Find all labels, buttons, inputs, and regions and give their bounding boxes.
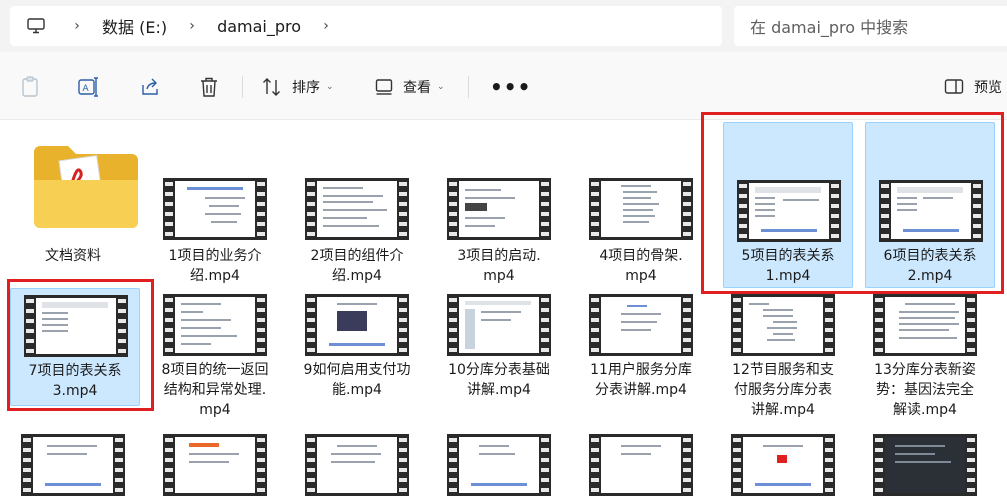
breadcrumb-drive[interactable]: 数据 (E:): [92, 14, 177, 38]
folder-icon: [34, 146, 138, 228]
delete-button[interactable]: [199, 72, 219, 102]
video-thumbnail: [589, 434, 693, 496]
file-name: 13分库分表新姿 势：基因法完全 解读.mp4: [874, 362, 976, 418]
file-name: 9如何启用支付功 能.mp4: [303, 362, 411, 398]
clipboard-icon: [22, 76, 38, 97]
video-thumbnail: [163, 178, 267, 240]
more-icon: •••: [490, 75, 532, 99]
video-file-item[interactable]: [860, 428, 990, 497]
video-file-item[interactable]: [434, 428, 564, 497]
more-options-button[interactable]: •••: [490, 72, 531, 102]
video-thumbnail: [873, 294, 977, 356]
video-thumbnail: [589, 294, 693, 356]
video-file-item[interactable]: 11用户服务分库 分表讲解.mp4: [576, 288, 706, 406]
video-thumbnail: [873, 434, 977, 496]
video-thumbnail: [21, 434, 125, 496]
command-bar: A 排序 ⌄ 查看 ⌄ ••• 预览: [0, 52, 1007, 120]
folder-name: 文档资料: [45, 248, 101, 264]
paste-button[interactable]: [20, 72, 40, 102]
video-file-item[interactable]: 8项目的统一返回 结构和异常处理. mp4: [150, 288, 280, 424]
rename-button[interactable]: A: [78, 72, 100, 102]
sort-button[interactable]: 排序 ⌄: [262, 72, 334, 102]
sort-label: 排序: [292, 80, 320, 96]
toolbar-separator: [242, 76, 243, 98]
chevron-right-icon[interactable]: ›: [62, 18, 92, 34]
video-file-item[interactable]: [150, 428, 280, 497]
address-bar-row: › 数据 (E:) › damai_pro › 在 damai_pro 中搜索: [0, 0, 1007, 52]
video-thumbnail: [163, 434, 267, 496]
this-pc-icon[interactable]: [10, 18, 62, 34]
video-file-item[interactable]: [718, 428, 848, 497]
video-file-item[interactable]: 9如何启用支付功 能.mp4: [292, 288, 422, 406]
toolbar-separator: [468, 76, 469, 98]
file-name: 8项目的统一返回 结构和异常处理. mp4: [161, 362, 269, 418]
video-file-item[interactable]: 3项目的启动. mp4: [434, 122, 564, 290]
video-thumbnail: [305, 434, 409, 496]
video-thumbnail: [731, 434, 835, 496]
svg-text:A: A: [83, 84, 90, 94]
file-name: 10分库分表基础 讲解.mp4: [448, 362, 550, 398]
video-file-item[interactable]: 12节目服务和支 付服务分库分表 讲解.mp4: [718, 288, 848, 424]
video-thumbnail: [589, 178, 693, 240]
video-thumbnail: [447, 434, 551, 496]
view-button[interactable]: 查看 ⌄: [375, 72, 445, 102]
preview-pane-icon: [944, 79, 964, 94]
address-bar[interactable]: › 数据 (E:) › damai_pro ›: [10, 6, 722, 46]
video-thumbnail: [305, 294, 409, 356]
folder-item[interactable]: 文档资料: [8, 122, 138, 290]
rename-icon: A: [78, 77, 98, 97]
view-label: 查看: [403, 80, 431, 96]
video-file-item[interactable]: [576, 428, 706, 497]
video-thumbnail: [305, 178, 409, 240]
trash-icon: [201, 77, 217, 97]
video-file-item[interactable]: [292, 428, 422, 497]
video-thumbnail: [447, 178, 551, 240]
view-icon: [375, 79, 393, 95]
chevron-down-icon: ⌄: [326, 82, 334, 92]
preview-label: 预览: [974, 80, 1002, 96]
search-placeholder: 在 damai_pro 中搜索: [750, 18, 909, 37]
preview-pane-button[interactable]: 预览: [944, 72, 1002, 102]
share-icon: [142, 78, 158, 95]
video-file-item[interactable]: 1项目的业务介 绍.mp4: [150, 122, 280, 290]
file-name: 4项目的骨架. mp4: [599, 248, 683, 284]
chevron-right-icon[interactable]: ›: [311, 18, 341, 34]
video-file-item[interactable]: 4项目的骨架. mp4: [576, 122, 706, 290]
file-name: 11用户服务分库 分表讲解.mp4: [590, 362, 692, 398]
file-name: 2项目的组件介 绍.mp4: [310, 248, 404, 284]
file-name: 3项目的启动. mp4: [457, 248, 541, 284]
file-name: 1项目的业务介 绍.mp4: [168, 248, 262, 284]
video-file-item[interactable]: [8, 428, 138, 497]
video-file-item[interactable]: 2项目的组件介 绍.mp4: [292, 122, 422, 290]
breadcrumb-folder[interactable]: damai_pro: [207, 17, 311, 36]
search-input[interactable]: 在 damai_pro 中搜索: [734, 6, 1007, 46]
video-file-item[interactable]: 13分库分表新姿 势：基因法完全 解读.mp4: [860, 288, 990, 424]
sort-icon: [263, 78, 280, 96]
chevron-right-icon[interactable]: ›: [177, 18, 207, 34]
share-button[interactable]: [139, 72, 161, 102]
annotation-highlight-box: [701, 112, 1004, 294]
chevron-down-icon: ⌄: [437, 82, 445, 92]
video-thumbnail: [731, 294, 835, 356]
file-name: 12节目服务和支 付服务分库分表 讲解.mp4: [732, 362, 834, 418]
video-thumbnail: [447, 294, 551, 356]
annotation-highlight-box: [7, 279, 154, 411]
video-thumbnail: [163, 294, 267, 356]
video-file-item[interactable]: 10分库分表基础 讲解.mp4: [434, 288, 564, 406]
